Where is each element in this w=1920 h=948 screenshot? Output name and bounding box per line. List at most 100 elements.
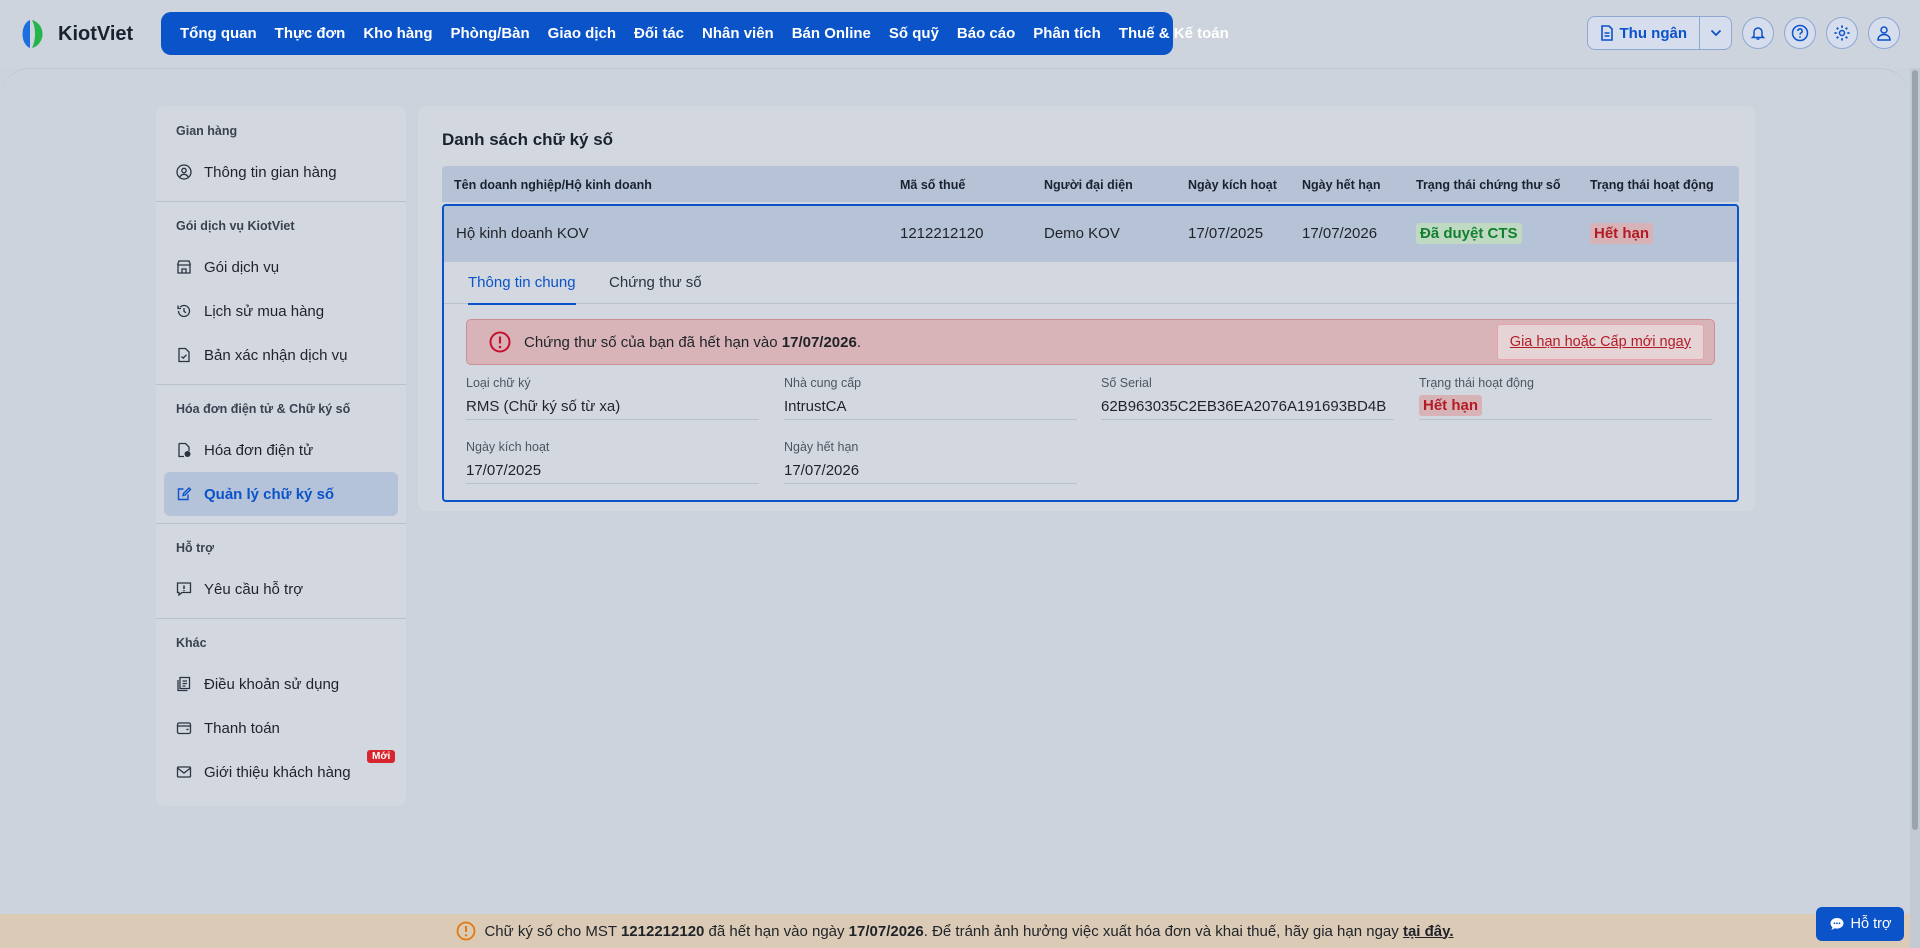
- chevron-down-icon: [1710, 29, 1721, 37]
- alert-date: 17/07/2026: [781, 334, 857, 351]
- sidebar-item-terms[interactable]: Điều khoản sử dụng: [164, 662, 398, 706]
- help-button[interactable]: [1784, 17, 1816, 49]
- sidebar-item-label: Quản lý chữ ký số: [204, 485, 335, 503]
- nav-ban-online[interactable]: Bán Online: [783, 25, 880, 42]
- expired-alert: Chứng thư số của bạn đã hết hạn vào 17/0…: [466, 319, 1715, 365]
- sidebar-item-digital-signature[interactable]: Quản lý chữ ký số: [164, 472, 398, 516]
- cell-tax-code: 1212212120: [900, 225, 984, 242]
- logo[interactable]: KiotViet: [16, 18, 133, 50]
- cell-representative: Demo KOV: [1044, 225, 1120, 242]
- notification-button[interactable]: [1742, 17, 1774, 49]
- support-icon: [176, 582, 192, 597]
- header-tools: Thu ngân: [1586, 16, 1900, 50]
- store-icon: [176, 260, 192, 274]
- sidebar-item-support-request[interactable]: Yêu cầu hỗ trợ: [164, 567, 398, 611]
- sidebar-item-label: Gói dịch vụ: [204, 258, 280, 276]
- user-circle-icon: [176, 164, 192, 180]
- op-status-badge: Hết hạn: [1590, 223, 1654, 244]
- nav-nhan-vien[interactable]: Nhân viên: [693, 25, 783, 42]
- cell-business-name: Hộ kinh doanh KOV: [456, 225, 589, 242]
- nav-phan-tich[interactable]: Phân tích: [1024, 25, 1110, 42]
- nav-so-quy[interactable]: Số quỹ: [880, 25, 948, 42]
- new-badge: Mới: [367, 750, 396, 763]
- column-header-op-status: Trạng thái hoạt động: [1590, 178, 1714, 192]
- field-value: RMS (Chữ ký số từ xa): [466, 398, 621, 415]
- table-header: Tên doanh nghiệp/Hộ kinh doanh Mã số thu…: [442, 166, 1739, 202]
- settings-sidebar: Gian hàng Thông tin gian hàng Gói dịch v…: [156, 106, 406, 806]
- mail-icon: [176, 766, 192, 778]
- nav-giao-dich[interactable]: Giao dịch: [539, 25, 625, 42]
- page-title: Danh sách chữ ký số: [442, 130, 614, 149]
- sidebar-group-store: Gian hàng Thông tin gian hàng: [156, 120, 406, 194]
- warning-circle-icon: [457, 921, 476, 941]
- terms-icon: [177, 676, 191, 692]
- sidebar-item-label: Thanh toán: [204, 719, 280, 737]
- field-value: IntrustCA: [784, 398, 847, 415]
- cashier-dropdown-button[interactable]: [1699, 17, 1731, 49]
- sidebar-item-label: Bản xác nhận dịch vụ: [204, 346, 348, 364]
- field-op-status: Trạng thái hoạt động Hết hạn: [1419, 376, 1712, 420]
- tab-certificate[interactable]: Chứng thư số: [609, 274, 702, 291]
- field-label: Ngày kích hoạt: [466, 440, 550, 454]
- nav-phong-ban[interactable]: Phòng/Bàn: [442, 25, 539, 42]
- app-name: KiotViet: [58, 22, 134, 45]
- banner-text-2: đã hết hạn vào ngày: [704, 922, 849, 940]
- nav-tong-quan[interactable]: Tổng quan: [171, 25, 266, 42]
- scrollbar-thumb[interactable]: [1912, 70, 1918, 830]
- nav-doi-tac[interactable]: Đối tác: [625, 25, 693, 42]
- sidebar-item-label: Yêu cầu hỗ trợ: [204, 580, 304, 598]
- sidebar-item-store-info[interactable]: Thông tin gian hàng: [164, 150, 398, 194]
- history-icon: [177, 304, 191, 318]
- sidebar-item-label: Lịch sử mua hàng: [204, 302, 325, 320]
- sidebar-heading: Hóa đơn điện tử & Chữ ký số: [176, 402, 351, 416]
- nav-thue-ke-toan[interactable]: Thuế & Kế toán: [1110, 25, 1238, 42]
- renew-button[interactable]: Gia hạn hoặc Cấp mới ngay: [1496, 324, 1704, 360]
- error-circle-icon: [489, 331, 511, 353]
- nav-thuc-don[interactable]: Thực đơn: [266, 25, 355, 42]
- column-header-tax-code: Mã số thuế: [900, 178, 966, 192]
- banner-text-3: . Để tránh ảnh hưởng việc xuất hóa đơn v…: [923, 922, 1403, 940]
- document-icon: [1600, 25, 1613, 41]
- support-chat-button[interactable]: Hỗ trợ: [1816, 907, 1904, 941]
- banner-tax-code: 1212212120: [620, 922, 705, 940]
- banner-text-1: Chữ ký số cho MST: [484, 922, 621, 940]
- signature-icon: [177, 487, 192, 501]
- sidebar-group-einvoice: Hóa đơn điện tử & Chữ ký số Hóa đơn điện…: [156, 384, 406, 516]
- sidebar-item-purchase-history[interactable]: Lịch sử mua hàng: [164, 289, 398, 333]
- support-label: Hỗ trợ: [1850, 916, 1892, 932]
- field-label: Loại chữ ký: [466, 376, 531, 390]
- column-header-activated: Ngày kích hoạt: [1188, 178, 1277, 192]
- sidebar-item-label: Điều khoản sử dụng: [204, 675, 340, 693]
- table-row[interactable]: Hộ kinh doanh KOV 1212212120 Demo KOV 17…: [444, 206, 1737, 262]
- field-activated-date: Ngày kích hoạt 17/07/2025: [466, 440, 759, 484]
- sidebar-item-service-plan[interactable]: Gói dịch vụ: [164, 245, 398, 289]
- cashier-button[interactable]: Thu ngân: [1588, 17, 1700, 49]
- sidebar-group-service: Gói dịch vụ KiotViet Gói dịch vụ Lịch sử…: [156, 201, 406, 377]
- cashier-label: Thu ngân: [1619, 24, 1688, 42]
- sidebar-group-support: Hỗ trợ Yêu cầu hỗ trợ: [156, 523, 406, 611]
- column-header-cert-status: Trạng thái chứng thư số: [1416, 178, 1561, 192]
- alert-text-suffix: .: [856, 334, 862, 351]
- sidebar-item-service-confirmation[interactable]: Bản xác nhận dịch vụ: [164, 333, 398, 377]
- banner-renew-link[interactable]: tại đây.: [1403, 923, 1454, 940]
- field-label: Ngày hết hạn: [784, 440, 859, 454]
- nav-bao-cao[interactable]: Báo cáo: [948, 25, 1024, 42]
- sidebar-item-referral[interactable]: Giới thiệu khách hàng Mới: [164, 750, 398, 794]
- field-value: 17/07/2025: [466, 462, 542, 479]
- user-icon: [1877, 26, 1891, 41]
- nav-kho-hang[interactable]: Kho hàng: [354, 25, 441, 42]
- sidebar-item-einvoice[interactable]: Hóa đơn điện tử: [164, 428, 398, 472]
- sidebar-heading: Gian hàng: [176, 124, 238, 138]
- detail-tabs: Thông tin chung Chứng thư số: [444, 262, 1737, 305]
- field-expiry-date: Ngày hết hạn 17/07/2026: [784, 440, 1077, 484]
- tab-general-info[interactable]: Thông tin chung: [468, 274, 576, 305]
- top-bar: KiotViet Tổng quan Thực đơn Kho hàng Phò…: [0, 0, 1920, 68]
- settings-button[interactable]: [1826, 17, 1858, 49]
- cell-expiry-date: 17/07/2026: [1302, 225, 1378, 242]
- sidebar-item-payment[interactable]: Thanh toán: [164, 706, 398, 750]
- account-button[interactable]: [1868, 17, 1900, 49]
- document-check-icon: [178, 347, 190, 363]
- page-scrollbar[interactable]: [1910, 68, 1920, 948]
- field-value: 17/07/2026: [784, 462, 860, 479]
- chat-icon: [1830, 918, 1844, 930]
